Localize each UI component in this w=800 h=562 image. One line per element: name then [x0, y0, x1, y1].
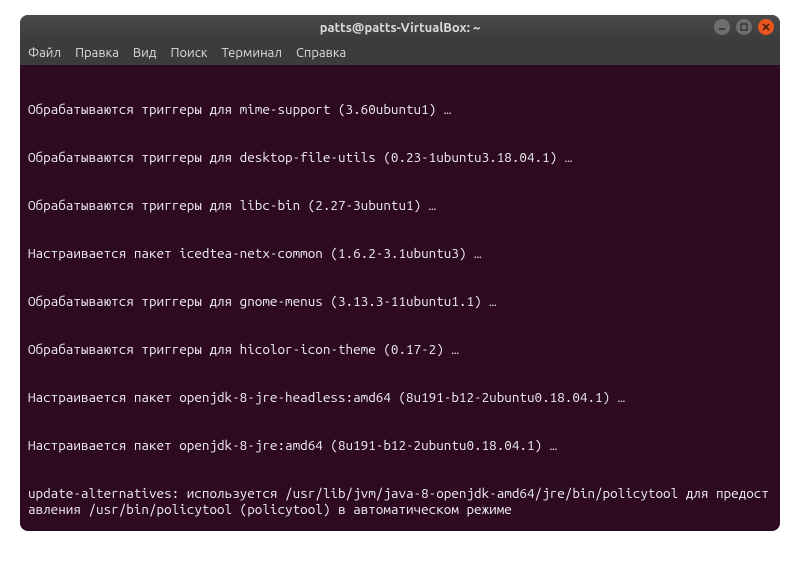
terminal-output[interactable]: Обрабатываются триггеры для mime-support… — [20, 65, 780, 531]
maximize-button[interactable] — [736, 19, 752, 35]
window-controls — [714, 19, 774, 35]
menu-search[interactable]: Поиск — [170, 46, 207, 60]
menu-view[interactable]: Вид — [133, 46, 157, 60]
minimize-button[interactable] — [714, 19, 730, 35]
maximize-icon — [740, 23, 748, 31]
close-button[interactable] — [758, 19, 774, 35]
menu-edit[interactable]: Правка — [75, 46, 119, 60]
window-title: patts@patts-VirtualBox: ~ — [320, 21, 481, 35]
output-line: Обрабатываются триггеры для gnome-menus … — [28, 293, 772, 309]
menu-file[interactable]: Файл — [28, 46, 61, 60]
titlebar: patts@patts-VirtualBox: ~ — [20, 15, 780, 41]
menu-help[interactable]: Справка — [296, 46, 346, 60]
output-line: update-alternatives: используется /usr/l… — [28, 485, 772, 517]
terminal-window: patts@patts-VirtualBox: ~ Файл Правка Ви… — [20, 15, 780, 531]
output-line: Обрабатываются триггеры для mime-support… — [28, 101, 772, 117]
output-line: Обрабатываются триггеры для desktop-file… — [28, 149, 772, 165]
output-line: Настраивается пакет icedtea-netx-common … — [28, 245, 772, 261]
output-line: Обрабатываются триггеры для libc-bin (2.… — [28, 197, 772, 213]
minimize-icon — [718, 23, 726, 31]
output-line: Обрабатываются триггеры для hicolor-icon… — [28, 341, 772, 357]
output-line: Настраивается пакет openjdk-8-jre:amd64 … — [28, 437, 772, 453]
menubar: Файл Правка Вид Поиск Терминал Справка — [20, 41, 780, 65]
output-line: Настраивается пакет openjdk-8-jre-headle… — [28, 389, 772, 405]
close-icon — [762, 23, 770, 31]
menu-terminal[interactable]: Терминал — [221, 46, 281, 60]
